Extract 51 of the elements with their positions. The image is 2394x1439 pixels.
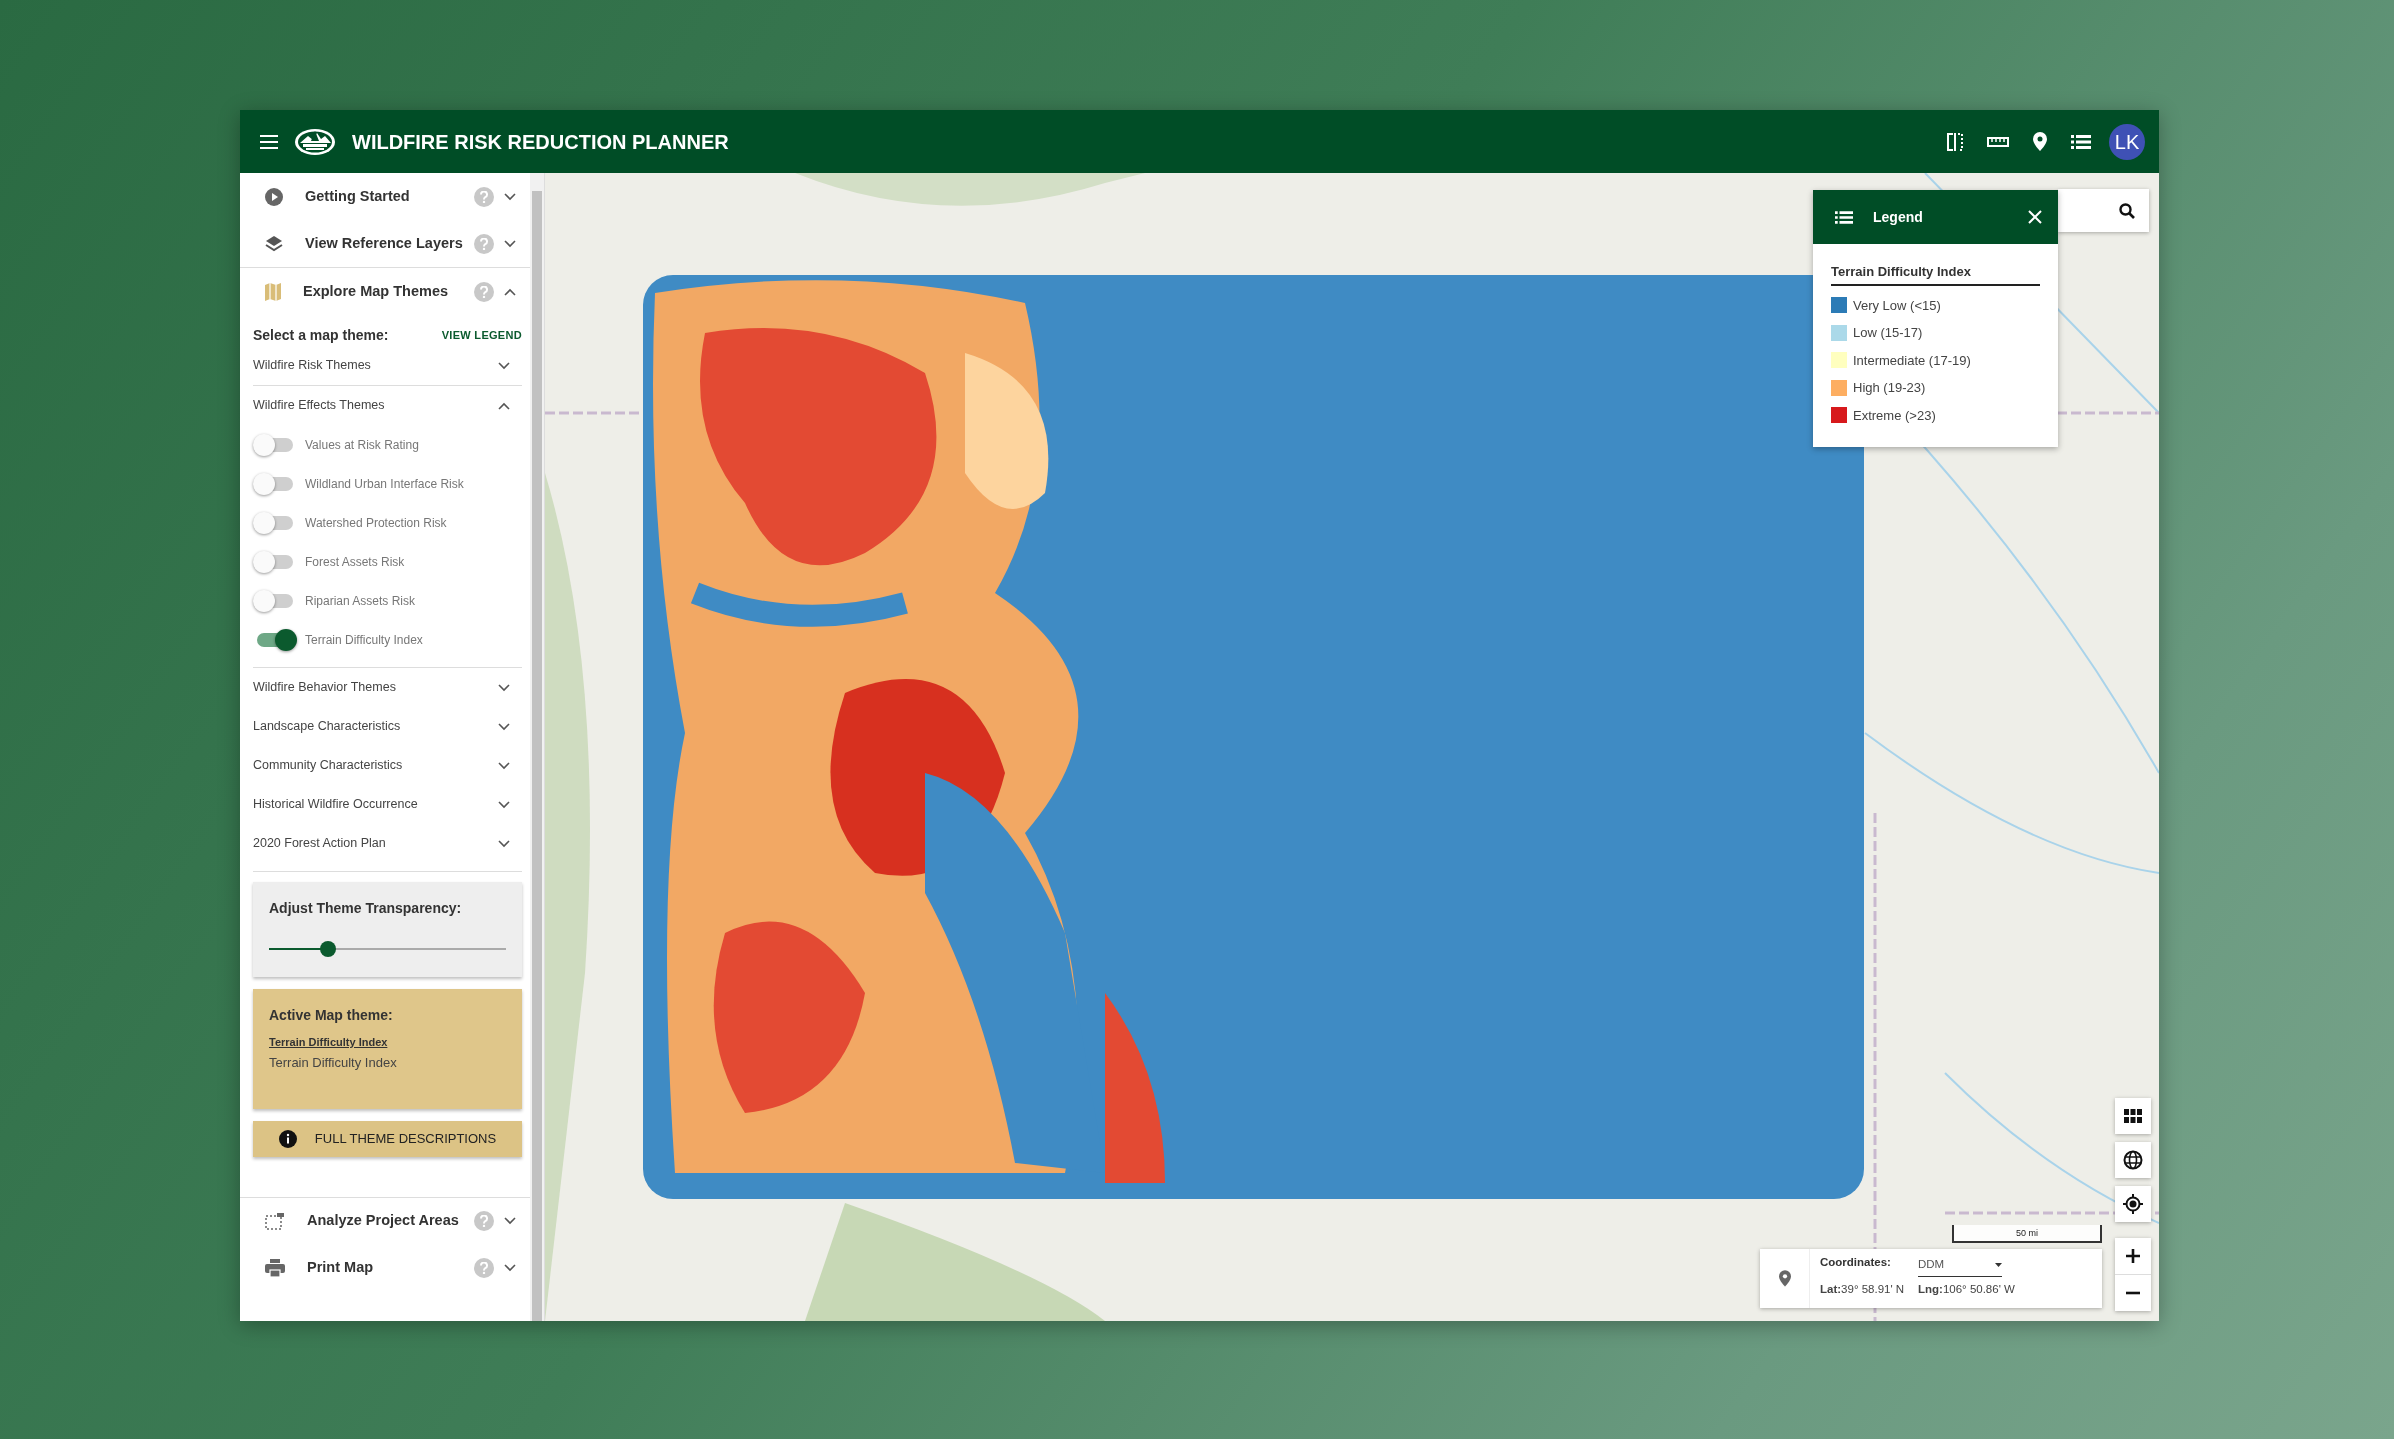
section-title: Getting Started: [305, 186, 411, 206]
scale-bar: 50 mi: [1952, 1225, 2102, 1243]
group-title: Wildfire Risk Themes: [253, 357, 372, 375]
app-title: WILDFIRE RISK REDUCTION PLANNER: [352, 129, 729, 155]
theme-group-header[interactable]: Wildfire Effects Themes: [253, 386, 522, 425]
legend-label: Extreme (>23): [1853, 406, 1936, 425]
descriptions-button[interactable]: FULL THEME DESCRIPTIONS: [253, 1120, 522, 1157]
theme-label: Riparian Assets Risk: [305, 592, 416, 610]
legend-title: Legend: [1873, 207, 1924, 227]
latitude-text: Lat:39° 58.91' N: [1820, 1282, 1904, 1297]
theme-label: Watershed Protection Risk: [305, 514, 447, 532]
card-title: Active Map theme:: [269, 1006, 394, 1025]
accordion-header[interactable]: Explore Map Themes: [253, 268, 522, 315]
legend-label: Very Low (<15): [1853, 296, 1941, 315]
theme-group-header[interactable]: Landscape Characteristics: [253, 707, 522, 746]
theme-label: Wildland Urban Interface Risk: [305, 475, 464, 493]
legend-label: High (19-23): [1853, 379, 1926, 397]
card-title: Adjust Theme Transparency:: [269, 899, 463, 918]
group-title: 2020 Forest Action Plan: [253, 835, 387, 853]
theme-label: Values at Risk Rating: [305, 436, 419, 454]
theme-group-header[interactable]: Historical Wildfire Occurrence: [253, 785, 522, 824]
section-title: Explore Map Themes: [303, 281, 450, 301]
theme-description: Terrain Difficulty Index: [269, 1054, 398, 1072]
legend-label: Intermediate (17-19): [1853, 351, 1971, 370]
theme-label: Terrain Difficulty Index: [305, 631, 423, 649]
group-title: Landscape Characteristics: [253, 718, 402, 736]
coordinates-label: Coordinates:: [1820, 1255, 1892, 1270]
group-title: Community Characteristics: [253, 757, 404, 775]
theme-label: Forest Assets Risk: [305, 553, 405, 571]
section-title: Analyze Project Areas: [307, 1211, 460, 1231]
theme-group-header[interactable]: Community Characteristics: [253, 746, 522, 785]
theme-group-header[interactable]: 2020 Forest Action Plan: [253, 824, 522, 863]
group-title: Wildfire Behavior Themes: [253, 679, 397, 697]
prompt-label: Select a map theme:: [253, 326, 389, 345]
accordion-header[interactable]: Print Map: [253, 1244, 522, 1292]
user-avatar[interactable]: LK: [2109, 123, 2145, 160]
theme-link[interactable]: Terrain Difficulty Index: [269, 1034, 388, 1051]
section-title: View Reference Layers: [305, 233, 464, 253]
legend-label: Low (15-17): [1853, 324, 1923, 342]
view-legend-link[interactable]: VIEW LEGEND: [441, 327, 522, 344]
theme-group-header[interactable]: Wildfire Behavior Themes: [253, 668, 522, 707]
accordion-header[interactable]: Getting Started: [253, 173, 522, 220]
legend-layer-title: Terrain Difficulty Index: [1831, 262, 2040, 286]
accordion-header[interactable]: View Reference Layers: [253, 220, 522, 267]
section-title: Print Map: [307, 1258, 375, 1278]
theme-group-header[interactable]: Wildfire Risk Themes: [253, 346, 522, 385]
group-title: Wildfire Effects Themes: [253, 397, 386, 415]
longitude-text: Lng:106° 50.86' W: [1918, 1282, 2016, 1297]
format-dropdown[interactable]: DDM: [1918, 1254, 2002, 1277]
group-title: Historical Wildfire Occurrence: [253, 796, 419, 814]
accordion-header[interactable]: Analyze Project Areas: [253, 1197, 522, 1245]
